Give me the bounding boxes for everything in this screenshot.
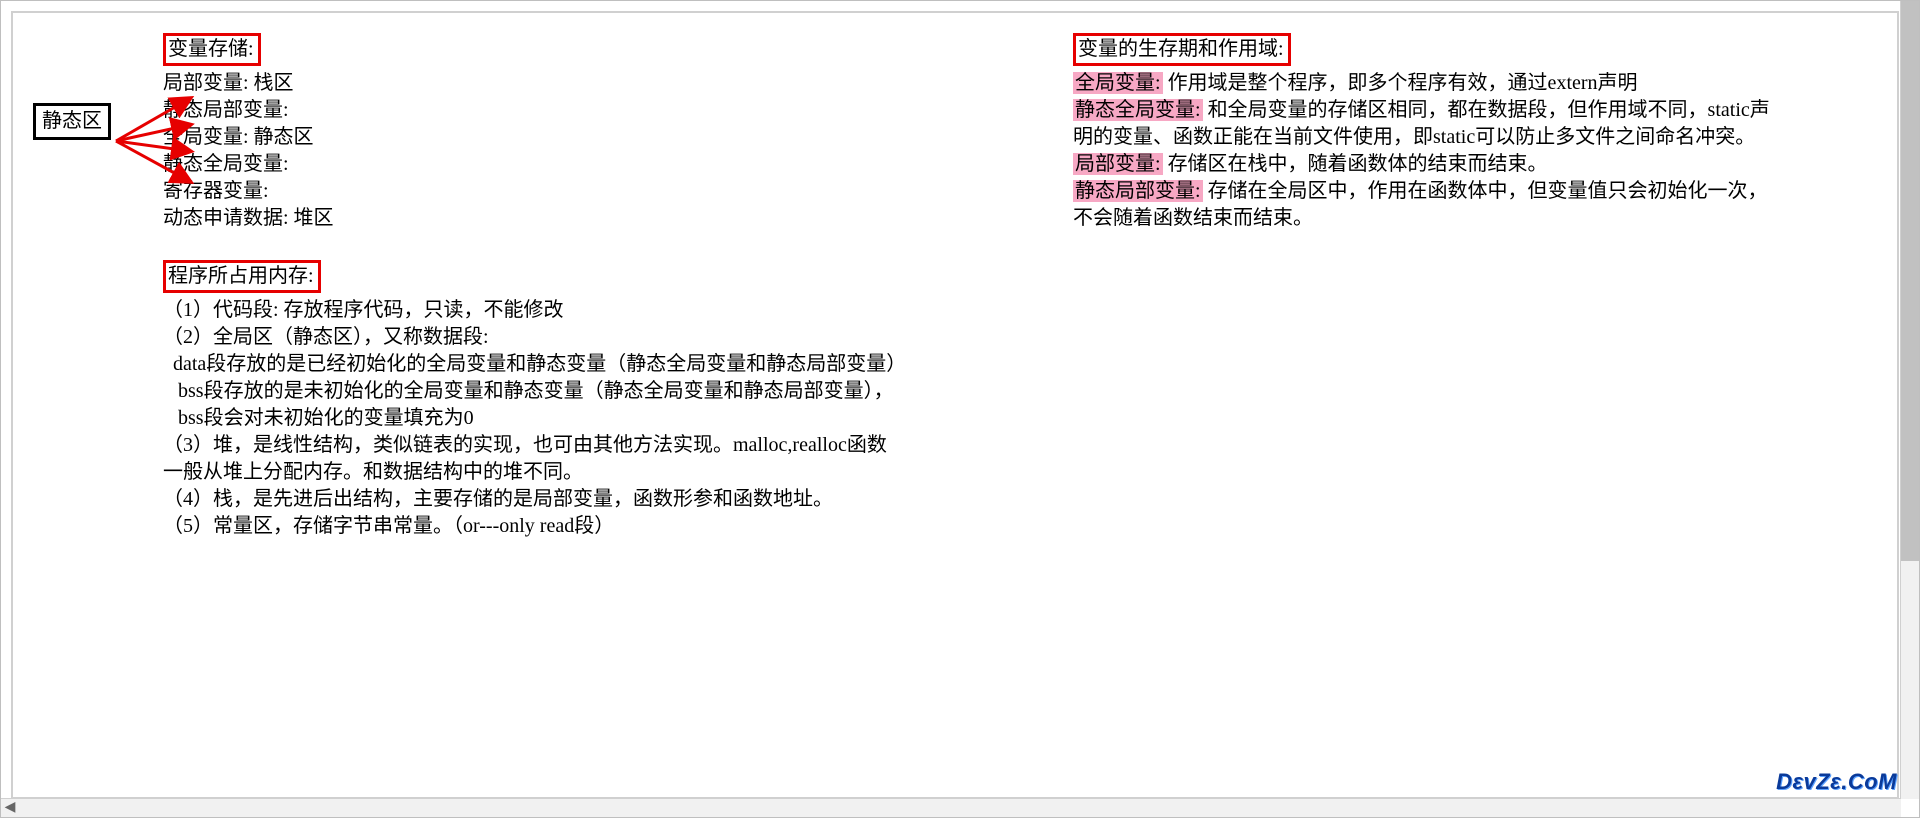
document-viewport: 静态区 变量存储: [0,0,1920,818]
s2-line: bss段存放的是未初始化的全局变量和静态变量（静态全局变量和静态局部变量）， [163,378,1043,405]
section-program-memory: 程序所占用内存: （1）代码段: 存放程序代码，只读，不能修改 （2）全局区（静… [163,260,1043,540]
static-area-label: 静态区 [33,103,111,140]
vertical-scroll-thumb[interactable] [1901,1,1919,561]
right-column: 变量的生存期和作用域: 全局变量: 作用域是整个程序，即多个程序有效，通过ext… [1073,33,1773,568]
section-variable-storage: 变量存储: 局部变量: 栈区 静态局部变量: 全局变量: 静态区 静态全局变量:… [163,33,1043,232]
document-content: 静态区 变量存储: [11,11,1899,799]
watermark-logo: DεvZε.CoM [1776,767,1897,797]
s1-line: 动态申请数据: 堆区 [163,205,1043,232]
item-text: 存储区在栈中，随着函数体的结束而结束。 [1163,153,1548,175]
s2-line: bss段会对未初始化的变量填充为0 [163,405,1043,432]
s1-line: 全局变量: 静态区 [163,124,1043,151]
s2-line: （1）代码段: 存放程序代码，只读，不能修改 [163,297,1043,324]
s2-line: （4）栈，是先进后出结构，主要存储的是局部变量，函数形参和函数地址。 [163,486,1043,513]
right-body: 全局变量: 作用域是整个程序，即多个程序有效，通过extern声明 静态全局变量… [1073,70,1773,232]
right-title: 变量的生存期和作用域: [1078,38,1284,60]
right-item: 局部变量: 存储区在栈中，随着函数体的结束而结束。 [1073,151,1773,178]
s1-line: 静态全局变量: [163,151,1043,178]
right-title-box: 变量的生存期和作用域: [1073,33,1291,66]
horizontal-scrollbar[interactable]: ◀ [1,798,1901,817]
static-area-text: 静态区 [42,110,102,132]
section1-title-box: 变量存储: [163,33,261,66]
item-text: 作用域是整个程序，即多个程序有效，通过extern声明 [1163,72,1638,94]
section2-body: （1）代码段: 存放程序代码，只读，不能修改 （2）全局区（静态区），又称数据段… [163,297,1043,540]
s2-line: data段存放的是已经初始化的全局变量和静态变量（静态全局变量和静态局部变量） [163,351,1043,378]
hl-label: 静态全局变量: [1073,99,1203,121]
section1-body: 局部变量: 栈区 静态局部变量: 全局变量: 静态区 静态全局变量: 寄存器变量… [163,70,1043,232]
watermark-text: DεvZε.CoM [1776,769,1897,794]
s1-line: 寄存器变量: [163,178,1043,205]
section-lifetime-scope: 变量的生存期和作用域: 全局变量: 作用域是整个程序，即多个程序有效，通过ext… [1073,33,1773,232]
hl-label: 全局变量: [1073,72,1163,94]
s1-line: 局部变量: 栈区 [163,70,1043,97]
scroll-left-arrow-icon[interactable]: ◀ [1,799,19,818]
section2-title: 程序所占用内存: [168,265,314,287]
hl-label: 静态局部变量: [1073,180,1203,202]
right-item: 全局变量: 作用域是整个程序，即多个程序有效，通过extern声明 [1073,70,1773,97]
two-column-layout: 静态区 变量存储: [43,33,1867,568]
right-item: 静态局部变量: 存储在全局区中，作用在函数体中，但变量值只会初始化一次，不会随着… [1073,178,1773,232]
s2-line: （5）常量区，存储字节串常量。（or---only read段） [163,513,1043,540]
section1-title: 变量存储: [168,38,254,60]
left-column: 静态区 变量存储: [43,33,1043,568]
vertical-scrollbar[interactable] [1900,1,1919,799]
right-item: 静态全局变量: 和全局变量的存储区相同，都在数据段，但作用域不同，static声… [1073,97,1773,151]
hl-label: 局部变量: [1073,153,1163,175]
s2-line: （3）堆，是线性结构，类似链表的实现，也可由其他方法实现。malloc,real… [163,432,1043,459]
s1-line: 静态局部变量: [163,97,1043,124]
s2-line: 一般从堆上分配内存。和数据结构中的堆不同。 [163,459,1043,486]
s2-line: （2）全局区（静态区），又称数据段: [163,324,1043,351]
section2-title-box: 程序所占用内存: [163,260,321,293]
